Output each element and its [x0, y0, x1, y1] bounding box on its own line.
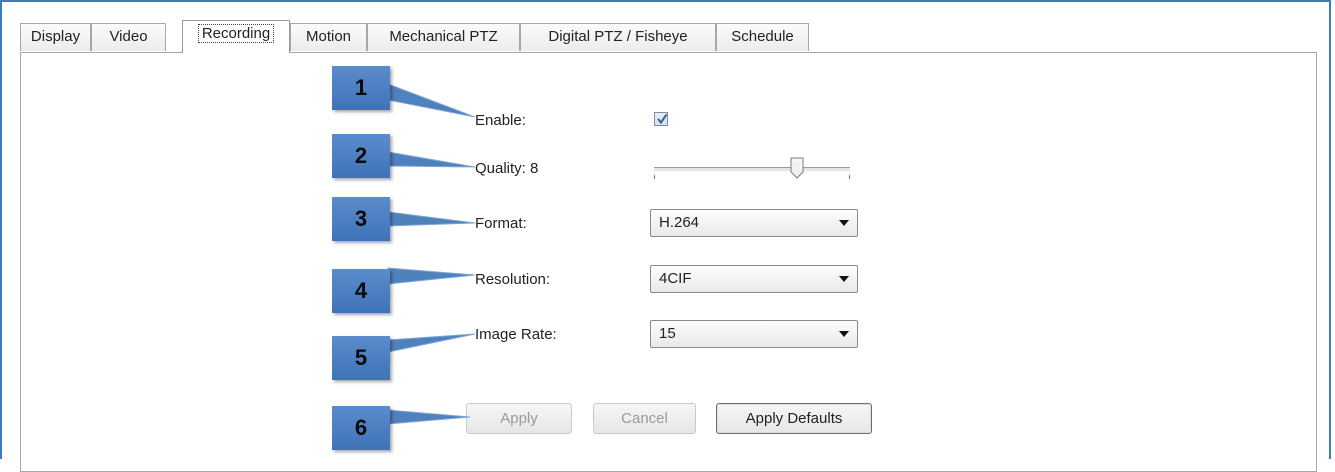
callout-1: 1 — [332, 66, 390, 110]
callout-pointers — [387, 83, 476, 425]
callout-6: 6 — [332, 406, 390, 450]
callout-4: 4 — [332, 269, 390, 313]
callout-5: 5 — [332, 336, 390, 380]
callout-2: 2 — [332, 134, 390, 178]
callout-3: 3 — [332, 197, 390, 241]
